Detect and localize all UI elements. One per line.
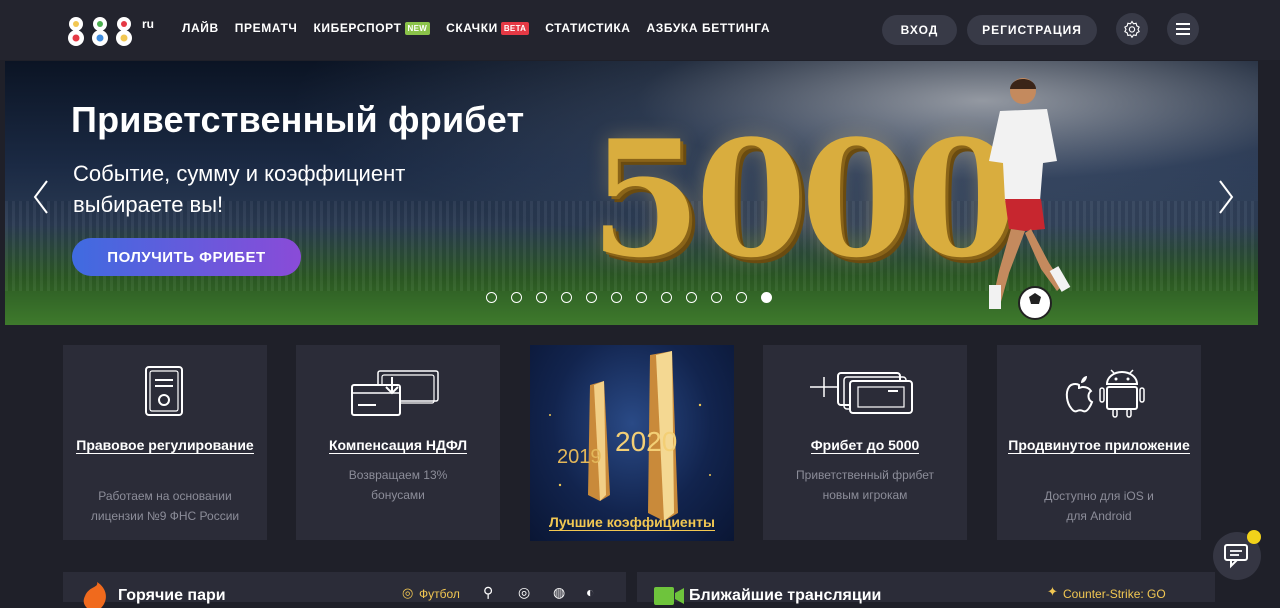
upcoming-streams-title: Ближайшие трансляции [689, 587, 882, 604]
slide-dot[interactable] [611, 292, 622, 303]
sport-filter-icon[interactable]: ◍ [553, 584, 565, 601]
slide-dot[interactable] [511, 292, 522, 303]
nav-betting-abc[interactable]: АЗБУКА БЕТТИНГА [647, 21, 771, 35]
chat-notification-dot [1247, 530, 1261, 544]
gear-icon [1124, 20, 1140, 38]
card-title-wrap: Правовое регулирование [63, 435, 267, 456]
sport-filter-icon[interactable]: ◎ [518, 584, 530, 601]
nav-races[interactable]: СКАЧКИ BETA [446, 21, 530, 35]
promo-label[interactable]: Лучшие коэффициенты [549, 514, 715, 531]
get-freebet-button[interactable]: ПОЛУЧИТЬ ФРИБЕТ [72, 238, 301, 276]
slide-dot[interactable] [686, 292, 697, 303]
card-freebet[interactable]: Фрибет до 5000 Приветственный фрибет нов… [763, 345, 967, 540]
nav-prematch[interactable]: ПРЕМАТЧ [235, 21, 298, 35]
slide-dot[interactable] [486, 292, 497, 303]
document-icon [145, 366, 183, 416]
slide-dot[interactable] [586, 292, 597, 303]
prev-slide-arrow-icon[interactable] [29, 177, 53, 217]
nav-esports[interactable]: КИБЕРСПОРТ NEW [313, 21, 431, 35]
nav-label: СКАЧКИ [446, 21, 498, 35]
card-title-wrap: Фрибет до 5000 [763, 435, 967, 456]
nav-label: АЗБУКА БЕТТИНГА [646, 21, 771, 35]
hero-title: Приветственный фрибет [71, 99, 525, 140]
nav-live[interactable]: ЛАЙВ [182, 21, 219, 35]
slide-dot[interactable] [561, 292, 572, 303]
login-button[interactable]: ВХОД [882, 15, 957, 45]
nav-label: ПРЕМАТЧ [234, 21, 298, 35]
slide-dot[interactable] [661, 292, 672, 303]
hero-subtitle: Событие, сумму и коэффициент выбираете в… [73, 161, 406, 217]
slider-dots [486, 292, 772, 303]
card-icon-wrap [296, 363, 500, 423]
beta-badge: BETA [500, 21, 530, 35]
sport-filter-icon[interactable]: ⚲ [483, 584, 493, 601]
hero-banner[interactable]: Приветственный фрибет Событие, сумму и к… [5, 61, 1258, 325]
sport-filter-icon[interactable]: ◐ [586, 584, 594, 600]
register-button[interactable]: РЕГИСТРАЦИЯ [967, 15, 1097, 45]
year-right: 2020 [615, 426, 677, 457]
game-filter-csgo[interactable]: Counter-Strike: GO [1063, 587, 1166, 601]
upcoming-streams-section: Ближайшие трансляции ✦ Counter-Strike: G… [637, 572, 1215, 605]
menu-button[interactable] [1167, 13, 1199, 45]
card-title[interactable]: Компенсация НДФЛ [328, 437, 468, 454]
sport-filter-football[interactable]: Футбол [419, 587, 460, 601]
trophy-image: 2019 2020 [549, 351, 711, 521]
slide-dot[interactable] [536, 292, 547, 303]
top-header: ru ЛАЙВ ПРЕМАТЧ КИБЕРСПОРТ NEW СКАЧКИ BETA… [0, 0, 1280, 60]
best-odds-promo[interactable]: 2019 2020 Лучшие коэффициенты [530, 345, 734, 541]
card-title[interactable]: Правовое регулирование [76, 437, 254, 454]
card-title-wrap: Продвинутое приложение [997, 435, 1201, 456]
slide-dot[interactable] [736, 292, 747, 303]
settings-button[interactable] [1116, 13, 1148, 45]
logo-888[interactable]: ru [64, 14, 160, 48]
next-slide-arrow-icon[interactable] [1214, 177, 1238, 217]
slide-dot[interactable] [711, 292, 722, 303]
hot-bets-title: Горячие пари [118, 587, 226, 604]
card-ndfl[interactable]: Компенсация НДФЛ Возвращаем 13% бонусами [296, 345, 500, 540]
cs-go-icon: ✦ [1047, 584, 1058, 599]
slide-dot[interactable] [636, 292, 647, 303]
card-icon-wrap [997, 363, 1201, 423]
hot-bets-section: Горячие пари ◎ Футбол ⚲ ◎ ◍ ◐ [63, 572, 626, 608]
card-legal[interactable]: Правовое регулирование Работаем на основ… [63, 345, 267, 540]
payment-card-icon [351, 370, 439, 416]
card-desc: Доступно для iOS и для Android [1044, 489, 1154, 523]
chat-bubble-icon [1224, 544, 1248, 569]
card-title[interactable]: Продвинутое приложение [1008, 437, 1190, 454]
slide-dot-active[interactable] [761, 292, 772, 303]
logo-suffix: ru [142, 17, 154, 31]
promo-label-wrap: Лучшие коэффициенты [530, 514, 734, 531]
card-app[interactable]: Продвинутое приложение Доступно для iOS … [997, 345, 1201, 540]
card-icon-wrap [763, 363, 967, 423]
fire-icon [83, 582, 106, 608]
nav-statistics[interactable]: СТАТИСТИКА [545, 21, 630, 35]
nav-label: ЛАЙВ [182, 21, 219, 35]
apple-android-icon [1065, 369, 1145, 418]
card-title[interactable]: Фрибет до 5000 [810, 437, 920, 454]
football-icon: ◎ [402, 585, 414, 600]
tickets-icon [810, 372, 913, 414]
card-icon-wrap [63, 363, 267, 423]
video-camera-icon [654, 587, 684, 605]
hero-big-number: 5000 [590, 105, 1017, 293]
nav-label: КИБЕРСПОРТ [313, 21, 402, 35]
nav-label: СТАТИСТИКА [545, 21, 631, 35]
main-nav: ЛАЙВ ПРЕМАТЧ КИБЕРСПОРТ NEW СКАЧКИ BETA СТ… [182, 21, 786, 35]
football-player-image [989, 78, 1071, 320]
new-badge: NEW [404, 21, 431, 35]
card-desc: Работаем на основании лицензии №9 ФНС Ро… [90, 489, 240, 523]
year-left: 2019 [557, 446, 602, 468]
card-desc: Приветственный фрибет новым игрокам [796, 468, 934, 502]
hamburger-icon [1176, 23, 1190, 35]
card-desc: Возвращаем 13% бонусами [348, 468, 448, 502]
card-title-wrap: Компенсация НДФЛ [296, 435, 500, 456]
